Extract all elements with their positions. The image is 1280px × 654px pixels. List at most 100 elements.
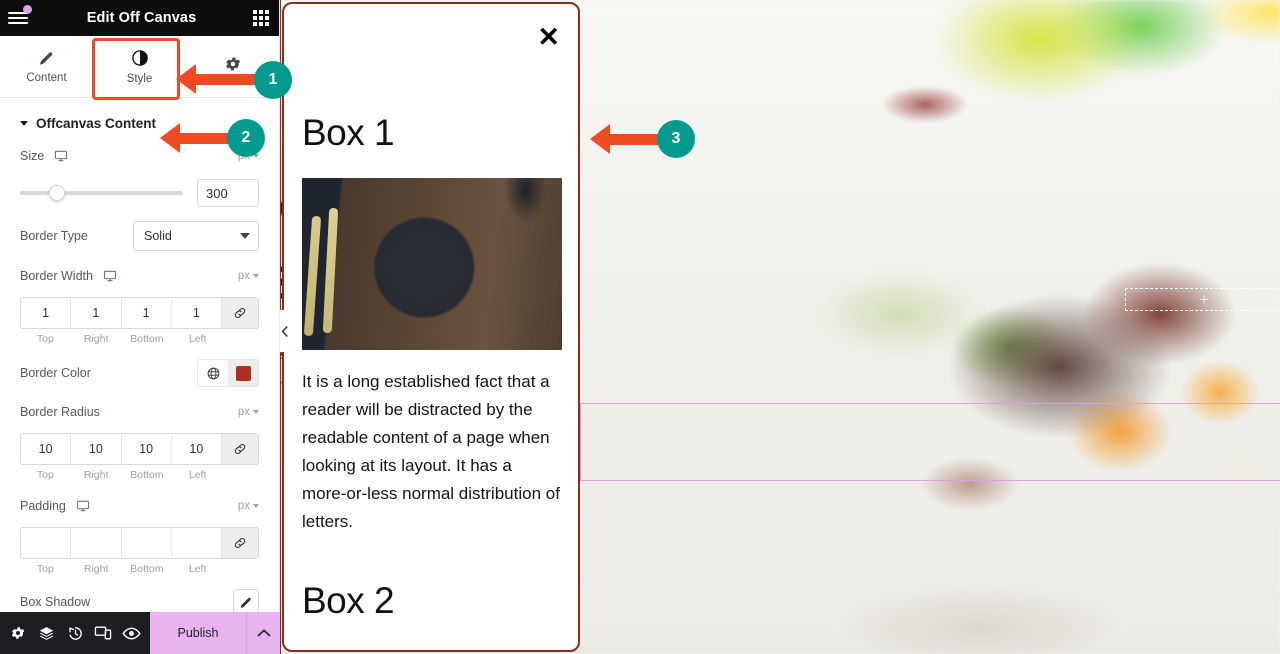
padding-right-input[interactable] <box>71 528 122 558</box>
border-width-label-text: Border Width <box>20 269 93 283</box>
desktop-icon <box>55 150 68 162</box>
border-radius-unit-value: px <box>237 406 250 418</box>
size-slider[interactable] <box>20 185 183 201</box>
border-width-left-input[interactable]: 1 <box>171 298 222 328</box>
border-width-unit-value: px <box>237 270 250 282</box>
size-label-text: Size <box>20 149 45 163</box>
layers-icon[interactable] <box>32 625 60 642</box>
element-selection-outline[interactable] <box>580 403 1280 481</box>
hamburger-icon[interactable] <box>8 5 32 27</box>
border-radius-top-input[interactable]: 10 <box>21 434 72 464</box>
panel-controls-scroll[interactable]: Offcanvas Content Size px 300 Border Typ… <box>0 98 279 654</box>
grid-apps-icon[interactable] <box>253 10 269 26</box>
side-label-right: Right <box>83 469 109 481</box>
control-border-type: Border Type Solid <box>0 221 279 251</box>
border-width-side-labels: Top Right Bottom Left <box>20 333 259 345</box>
padding-label: Padding <box>20 499 90 513</box>
side-label-right: Right <box>83 563 109 575</box>
close-x-icon[interactable]: ✕ <box>537 24 560 51</box>
border-width-fields: 1 1 1 1 <box>20 297 259 329</box>
gear-icon[interactable] <box>4 625 32 641</box>
chevron-down-icon <box>253 154 259 158</box>
panel-tabs: Content Style <box>0 36 279 98</box>
padding-unit-selector[interactable]: px <box>238 500 259 512</box>
responsive-device-icon[interactable] <box>89 625 117 641</box>
padding-top-input[interactable] <box>21 528 72 558</box>
border-radius-unit-selector[interactable]: px <box>238 406 259 418</box>
caret-down-icon <box>20 121 28 126</box>
border-type-label: Border Type <box>20 229 88 243</box>
control-border-radius: Border Radius px 10 10 10 10 Top Right B… <box>0 401 279 481</box>
box-shadow-label: Box Shadow <box>20 595 91 609</box>
chevron-down-icon <box>253 274 259 278</box>
padding-bottom-input[interactable] <box>121 528 172 558</box>
size-slider-knob[interactable] <box>49 185 66 201</box>
plus-icon: + <box>1199 290 1209 309</box>
tab-settings[interactable] <box>186 36 279 97</box>
salad-plate-photo <box>302 178 562 350</box>
padding-label-text: Padding <box>20 499 66 513</box>
panel-header: Edit Off Canvas <box>0 0 279 36</box>
chevron-down-icon <box>240 233 250 239</box>
side-label-spacer <box>223 333 259 345</box>
control-size-label: Size <box>20 149 68 163</box>
tab-content-label: Content <box>26 72 67 84</box>
pencil-icon <box>40 52 53 65</box>
border-radius-label: Border Radius <box>20 405 100 419</box>
padding-left-input[interactable] <box>171 528 222 558</box>
publish-button[interactable]: Publish <box>150 612 246 654</box>
border-radius-right-input[interactable]: 10 <box>71 434 122 464</box>
border-type-select[interactable]: Solid <box>133 221 259 251</box>
side-label-top: Top <box>36 333 54 345</box>
side-label-left: Left <box>188 563 207 575</box>
size-unit-value: px <box>237 150 250 162</box>
border-width-bottom-input[interactable]: 1 <box>121 298 172 328</box>
border-radius-bottom-input[interactable]: 10 <box>121 434 172 464</box>
border-width-unit-selector[interactable]: px <box>238 270 259 282</box>
tab-content[interactable]: Content <box>0 36 93 97</box>
side-label-spacer <box>223 469 259 481</box>
size-value-input[interactable]: 300 <box>197 179 259 207</box>
border-color-label: Border Color <box>20 366 91 380</box>
border-radius-left-input[interactable]: 10 <box>171 434 222 464</box>
preview-eye-icon[interactable] <box>118 626 146 641</box>
side-label-left: Left <box>188 469 207 481</box>
chevron-down-icon <box>253 504 259 508</box>
editor-screen: e good food t smile ud exercitation ulla… <box>0 0 1280 654</box>
padding-fields <box>20 527 259 559</box>
chevron-left-icon <box>281 325 288 337</box>
link-chain-icon[interactable] <box>222 298 258 328</box>
side-label-spacer <box>223 563 259 575</box>
side-label-bottom: Bottom <box>130 333 164 345</box>
control-border-color: Border Color <box>0 359 279 387</box>
size-unit-selector[interactable]: px <box>238 150 259 162</box>
side-label-right: Right <box>83 333 109 345</box>
border-width-right-input[interactable]: 1 <box>71 298 122 328</box>
tab-style[interactable]: Style <box>93 36 186 97</box>
editor-sidebar: Edit Off Canvas Content Style Offcanvas … <box>0 0 280 654</box>
notification-dot <box>23 5 32 14</box>
side-label-bottom: Bottom <box>130 469 164 481</box>
offcanvas-heading-2: Box 2 <box>302 580 395 621</box>
side-label-left: Left <box>188 333 207 345</box>
padding-unit-value: px <box>237 500 250 512</box>
control-border-width: Border Width px 1 1 1 1 Top Right Bottom… <box>0 265 279 345</box>
border-color-swatch[interactable] <box>228 360 258 386</box>
offcanvas-preview-panel[interactable]: ✕ Box 1 It is a long established fact th… <box>282 2 580 652</box>
border-width-top-input[interactable]: 1 <box>21 298 72 328</box>
tab-style-label: Style <box>126 72 153 85</box>
globe-icon[interactable] <box>198 360 228 386</box>
chevron-up-icon[interactable] <box>246 612 280 654</box>
control-size: Size px 300 <box>0 145 279 207</box>
border-color-chip <box>235 365 251 381</box>
contrast-half-circle-icon <box>131 49 148 66</box>
offcanvas-heading-1: Box 1 <box>302 112 395 153</box>
footer-tools <box>0 612 150 654</box>
add-widget-drop-area[interactable]: + <box>1125 288 1280 311</box>
offcanvas-content-section[interactable]: Offcanvas Content <box>0 98 279 145</box>
history-revision-icon[interactable] <box>61 625 89 642</box>
panel-footer: Publish <box>0 612 280 654</box>
link-chain-icon[interactable] <box>222 528 258 558</box>
link-chain-icon[interactable] <box>222 434 258 464</box>
border-radius-fields: 10 10 10 10 <box>20 433 259 465</box>
